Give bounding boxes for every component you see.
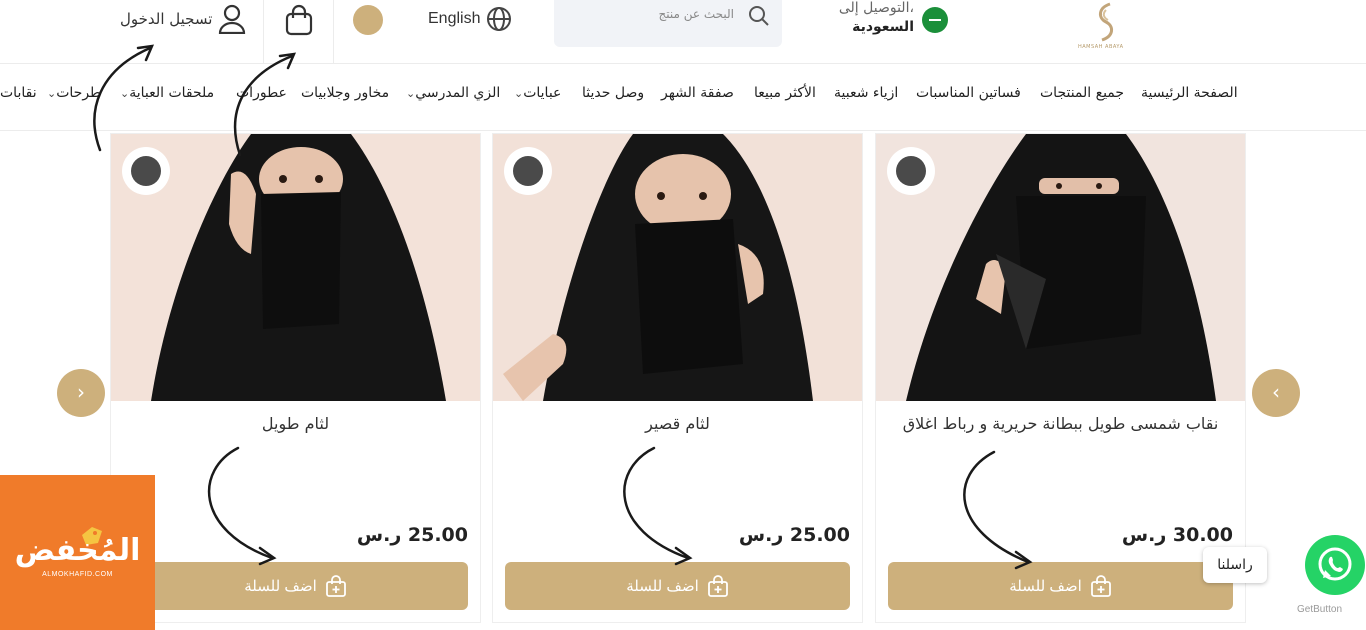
deliver-country[interactable]: السعودية	[820, 19, 914, 35]
add-to-cart-label: اضف للسلة	[626, 578, 699, 595]
nav-label: صفقة الشهر	[661, 85, 734, 101]
watermark-name: المُخفض	[14, 533, 141, 568]
cart-bag-icon[interactable]	[284, 4, 314, 36]
chevron-down-icon: ⌄	[514, 87, 524, 100]
logo-caption: HAMSAH ABAYA	[1078, 44, 1124, 50]
watermark-site: ALMOKHAFID.COM	[42, 571, 113, 578]
color-swatch[interactable]	[504, 147, 552, 195]
product-card[interactable]: لثام طويل 25.00 ر.س اضف للسلة	[110, 133, 481, 623]
product-title[interactable]: لثام قصير	[493, 414, 862, 433]
nav-item-scarves[interactable]: طرحات⌄	[45, 85, 101, 101]
saudi-flag-icon[interactable]	[922, 7, 948, 33]
getbutton-credit[interactable]: GetButton	[1297, 604, 1342, 615]
nav-label: نقابات	[0, 85, 37, 101]
nav-label: جميع المنتجات	[1040, 85, 1125, 101]
login-link[interactable]: تسجيل الدخول	[120, 4, 246, 34]
product-price: 25.00 ر.س	[738, 524, 850, 546]
product-image[interactable]	[876, 134, 1245, 401]
add-to-cart-button[interactable]: اضف للسلة	[888, 562, 1233, 610]
nav-label: ملحقات العباية	[129, 85, 215, 101]
header-divider	[263, 0, 264, 64]
nav-item-abayas[interactable]: عبايات⌄	[512, 85, 561, 101]
main-nav: الصفحة الرئيسية جميع المنتجات فساتين الم…	[0, 65, 1366, 131]
product-card[interactable]: لثام قصير 25.00 ر.س اضف للسلة	[492, 133, 863, 623]
product-image[interactable]	[493, 134, 862, 401]
login-label: تسجيل الدخول	[120, 10, 213, 28]
nav-item-new-arrivals[interactable]: وصل حديثا	[582, 85, 644, 101]
nav-label: الأكثر مبيعا	[754, 85, 816, 101]
carousel-prev-button[interactable]: ‹	[1252, 369, 1300, 417]
nav-label: طرحات	[56, 85, 102, 101]
nav-item-school-uniform[interactable]: الزي المدرسي⌄	[404, 85, 500, 101]
nav-label: الزي المدرسي	[415, 85, 501, 101]
product-price: 25.00 ر.س	[356, 524, 468, 546]
add-to-cart-button[interactable]: اضف للسلة	[505, 562, 850, 610]
nav-label: مخاور وجلابيات	[301, 85, 390, 101]
chat-bubble-label[interactable]: راسلنا	[1203, 547, 1267, 583]
nav-item-abaya-accessories[interactable]: ملحقات العباية⌄	[118, 85, 214, 101]
nav-item-all-products[interactable]: جميع المنتجات	[1040, 85, 1124, 101]
currency-dot[interactable]	[353, 5, 383, 35]
nav-item-perfumes[interactable]: عطورات	[236, 85, 287, 101]
globe-icon	[487, 7, 512, 31]
product-image[interactable]	[111, 134, 480, 401]
nav-label: فساتين المناسبات	[916, 85, 1021, 101]
search-icon[interactable]	[748, 5, 770, 27]
chevron-down-icon: ⌄	[47, 87, 57, 100]
nav-label: عطورات	[236, 85, 287, 101]
product-title[interactable]: نقاب شمسى طويل ببطانة حريرية و رباط اغلا…	[876, 414, 1245, 433]
add-to-cart-button[interactable]: اضف للسلة	[123, 562, 468, 610]
carousel-next-button[interactable]: ›	[57, 369, 105, 417]
nav-item-deal-of-month[interactable]: صفقة الشهر	[661, 85, 734, 101]
nav-item-folk-fashion[interactable]: ازياء شعبية	[834, 85, 898, 101]
whatsapp-button[interactable]	[1305, 535, 1365, 595]
bag-plus-icon	[325, 575, 346, 597]
user-icon	[219, 4, 246, 34]
chevron-down-icon: ⌄	[406, 87, 416, 100]
nav-label: عبايات	[523, 85, 562, 101]
nav-item-occasion-dresses[interactable]: فساتين المناسبات	[916, 85, 1021, 101]
nav-item-jalabiya[interactable]: مخاور وجلابيات	[301, 85, 389, 101]
search-input[interactable]: البحث عن منتج	[554, 0, 782, 47]
watermark-logo: المُخفض ALMOKHAFID.COM	[0, 475, 155, 630]
language-switcher[interactable]: English	[428, 6, 512, 32]
bag-plus-icon	[707, 575, 728, 597]
product-title[interactable]: لثام طويل	[111, 414, 480, 433]
nav-item-best-sellers[interactable]: الأكثر مبيعا	[754, 85, 816, 101]
add-to-cart-label: اضف للسلة	[1009, 578, 1082, 595]
bag-plus-icon	[1090, 575, 1111, 597]
nav-label: الصفحة الرئيسية	[1141, 85, 1238, 101]
product-card[interactable]: نقاب شمسى طويل ببطانة حريرية و رباط اغلا…	[875, 133, 1246, 623]
nav-label: ازياء شعبية	[834, 85, 899, 101]
language-label: English	[428, 10, 481, 27]
chevron-down-icon: ⌄	[120, 87, 130, 100]
whatsapp-icon	[1318, 547, 1352, 581]
add-to-cart-label: اضف للسلة	[244, 578, 317, 595]
nav-label: وصل حديثا	[582, 85, 645, 101]
deliver-to-label[interactable]: التوصيل إلى،	[820, 0, 914, 16]
nav-item-niqabs[interactable]: نقابات	[0, 85, 37, 101]
color-swatch[interactable]	[122, 147, 170, 195]
nav-item-home[interactable]: الصفحة الرئيسية	[1141, 85, 1238, 101]
search-placeholder: البحث عن منتج	[658, 7, 734, 21]
product-price: 30.00 ر.س	[1121, 524, 1233, 546]
color-swatch[interactable]	[887, 147, 935, 195]
top-header: HAMSAH ABAYA التوصيل إلى، السعودية البحث…	[0, 0, 1366, 64]
header-divider	[333, 0, 334, 64]
